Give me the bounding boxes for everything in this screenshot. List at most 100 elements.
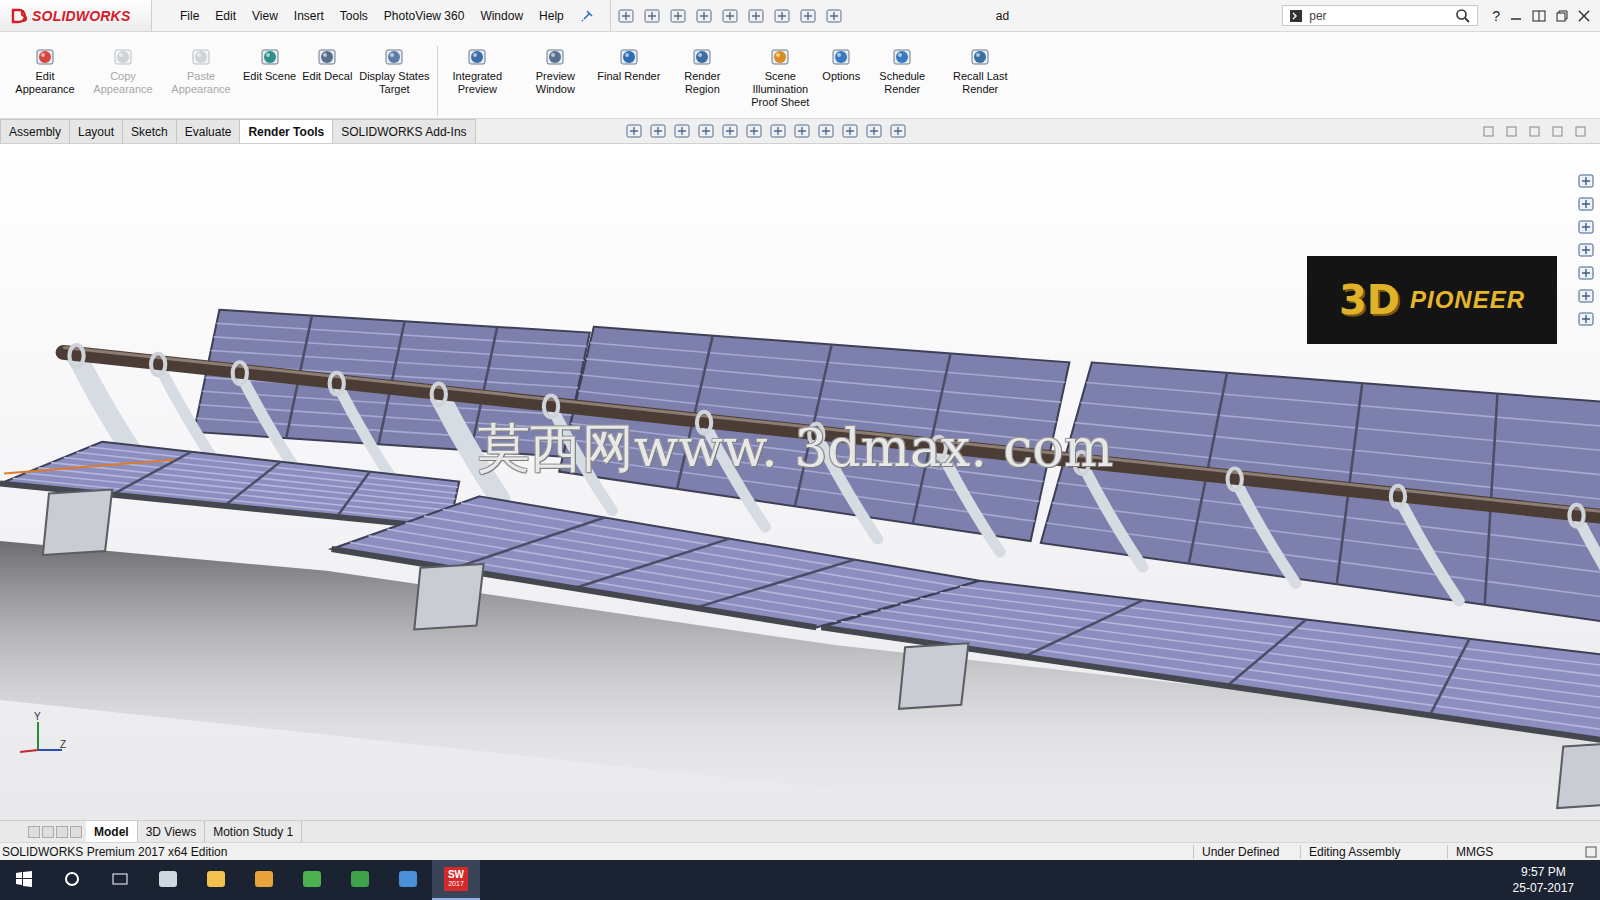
apply-scene-icon[interactable] [865,122,883,140]
search-button[interactable] [48,860,96,900]
rail-tube[interactable] [63,352,1600,516]
taskbar-app[interactable] [240,860,288,900]
taskbar-app[interactable] [384,860,432,900]
home-icon[interactable] [1577,172,1595,190]
prev-icon[interactable] [42,826,54,838]
model-tab[interactable]: Model [86,821,138,842]
ribbon-button[interactable]: Recall Last Render [941,46,1019,96]
appearances-icon[interactable] [1577,264,1595,282]
ribbon-button[interactable]: Options [819,46,863,83]
options-icon[interactable] [825,7,843,25]
command-tab[interactable]: Evaluate [176,119,241,143]
display-style-icon[interactable] [793,122,811,140]
arm-bracket[interactable] [1235,479,1296,583]
graphics-area[interactable]: 莫西网www. 3dmax. com3DPIONEERYZ [0,144,1600,820]
menu-item[interactable]: Edit [215,9,236,23]
zoom-area-icon[interactable] [649,122,667,140]
doc-restore-icon[interactable] [1552,126,1563,137]
taskbar-app[interactable] [192,860,240,900]
menu-item[interactable]: Tools [340,9,368,23]
save-icon[interactable] [669,7,687,25]
tile-icon[interactable] [1532,9,1546,23]
command-tab[interactable]: SOLIDWORKS Add-Ins [332,119,475,143]
ribbon-button[interactable]: Integrated Preview [438,46,516,96]
command-tab[interactable]: Layout [69,119,123,143]
taskbar-app[interactable]: SW2017 [432,860,480,900]
app-logo[interactable]: SOLIDWORKS [0,0,152,31]
model-tab[interactable]: Motion Study 1 [205,821,302,842]
ribbon-button[interactable]: Preview Window [516,46,594,96]
status-item[interactable]: Editing Assembly [1300,845,1447,859]
undo-icon[interactable] [721,7,739,25]
select-icon[interactable] [747,7,765,25]
command-tab[interactable]: Assembly [0,119,70,143]
bench-leg[interactable] [899,643,968,709]
bench-leg[interactable] [1557,743,1600,809]
search-field[interactable]: per [1282,5,1478,26]
clock[interactable]: 9:57 PM25-07-2017 [1513,864,1600,896]
seat[interactable] [821,581,1600,745]
forum-icon[interactable] [1577,310,1595,328]
ribbon-button[interactable]: Display States Target [355,46,433,96]
pin-icon[interactable] [580,9,594,23]
view-orientation-icon[interactable] [769,122,787,140]
taskbar-app[interactable] [336,860,384,900]
search-icon[interactable] [1455,8,1471,24]
bench-leg[interactable] [414,564,483,630]
next-icon[interactable] [56,826,68,838]
arm-bracket[interactable] [1398,497,1459,601]
ribbon-button[interactable]: Paste Appearance [162,46,240,96]
design-library-icon[interactable] [1577,195,1595,213]
help-button[interactable]: ? [1492,8,1500,24]
ribbon-button[interactable]: Final Render [594,46,663,83]
edit-appearance-icon[interactable] [841,122,859,140]
first-icon[interactable] [28,826,40,838]
ribbon-button[interactable]: Edit Scene [240,46,299,83]
panel-left-icon[interactable] [1483,126,1494,137]
hide-show-icon[interactable] [817,122,835,140]
zoom-fit-icon[interactable] [625,122,643,140]
taskbar-app[interactable] [144,860,192,900]
doc-minimize-icon[interactable] [1529,126,1540,137]
menu-item[interactable]: File [180,9,199,23]
dynamic-annotation-icon[interactable] [721,122,739,140]
bench-model-drawing[interactable] [0,144,1600,820]
file-properties-icon[interactable] [799,7,817,25]
menu-item[interactable]: PhotoView 360 [384,9,465,23]
ribbon-button[interactable]: Edit Decal [299,46,355,83]
panel-right-icon[interactable] [1506,126,1517,137]
taskbar-app[interactable] [288,860,336,900]
start-button[interactable] [0,860,48,900]
minimize-icon[interactable] [1510,10,1522,22]
custom-properties-icon[interactable] [1577,287,1595,305]
ribbon-button[interactable]: Copy Appearance [84,46,162,96]
new-icon[interactable] [617,7,635,25]
view-setting-icon[interactable] [889,122,907,140]
file-explorer-icon[interactable] [1577,218,1595,236]
menu-item[interactable]: Insert [294,9,324,23]
last-icon[interactable] [70,826,82,838]
close-icon[interactable] [1578,10,1590,22]
section-view-icon[interactable] [697,122,715,140]
command-tab[interactable]: Sketch [122,119,177,143]
open-icon[interactable] [643,7,661,25]
view-palette-icon[interactable] [1577,241,1595,259]
arm-bracket[interactable] [1577,516,1600,620]
menu-item[interactable]: View [252,9,278,23]
ribbon-button[interactable]: Scene Illumination Proof Sheet [741,46,819,109]
arm-bracket[interactable] [1082,463,1143,567]
status-item[interactable]: MMGS [1447,845,1584,859]
menu-item[interactable]: Window [480,9,523,23]
rebuild-icon[interactable] [773,7,791,25]
task-view-button[interactable] [96,860,144,900]
ribbon-button[interactable]: Render Region [663,46,741,96]
ribbon-button[interactable]: Schedule Render [863,46,941,96]
doc-close-icon[interactable] [1575,126,1586,137]
previous-view-icon[interactable] [673,122,691,140]
quick-tips-icon[interactable] [1584,845,1598,859]
model-tab[interactable]: 3D Views [138,821,205,842]
bench-leg[interactable] [43,489,112,555]
status-item[interactable]: Under Defined [1193,845,1300,859]
print-icon[interactable] [695,7,713,25]
command-tab[interactable]: Render Tools [239,119,333,143]
